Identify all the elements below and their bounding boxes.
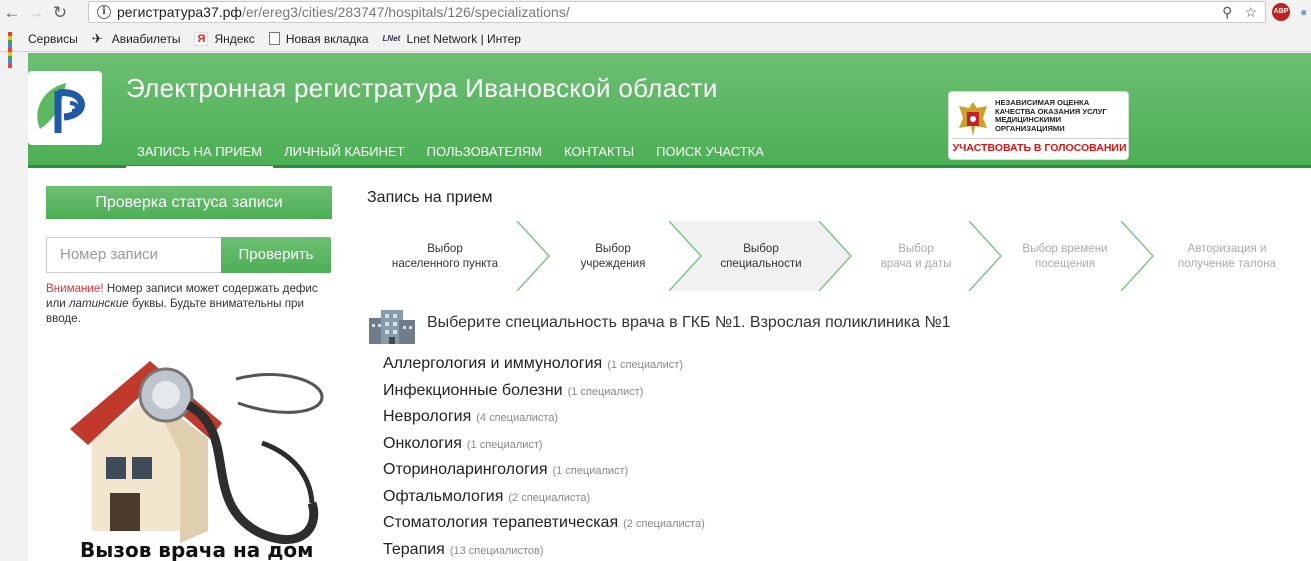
step-city[interactable]: Выбор населенного пункта [367, 221, 523, 291]
zoom-icon[interactable]: ⚲ [1222, 4, 1232, 21]
home-visit-caption: Вызов врача на дом [80, 538, 314, 561]
notice-italic: латинские [68, 297, 129, 310]
info-icon[interactable]: i [97, 5, 111, 19]
list-item[interactable]: Онкология (1 специалист) [383, 435, 705, 462]
choose-specialization-title: Выберите специальность врача в ГКБ №1. В… [427, 314, 951, 331]
list-item[interactable]: Оториноларингология (1 специалист) [383, 461, 705, 488]
bookmark-label: Новая вкладка [285, 31, 369, 46]
page-icon [268, 32, 280, 45]
building-icon [369, 310, 415, 344]
step-authorization: Авторизация и получение талона [1157, 221, 1297, 291]
reload-icon[interactable]: ↻ [48, 1, 72, 25]
menu-item-cabinet[interactable]: ЛИЧНЫЙ КАБИНЕТ [273, 139, 416, 169]
vote-button[interactable]: УЧАСТВОВАТЬ В ГОЛОСОВАНИИ [952, 138, 1127, 157]
list-item[interactable]: Аллергология и иммунология (1 специалист) [383, 355, 705, 382]
bookmark-new-tab[interactable]: Новая вкладка [268, 31, 369, 46]
adblock-icon[interactable]: ABP [1272, 3, 1290, 21]
list-item[interactable]: Офтальмология (2 специалиста) [383, 488, 705, 515]
plane-icon: ✈ [91, 30, 103, 46]
step-line: посещения [1035, 257, 1095, 270]
spec-count: (2 специалиста) [508, 491, 591, 504]
input-notice: Внимание! Номер записи может содержать д… [46, 281, 331, 326]
list-item[interactable]: Инфекционные болезни (1 специалист) [383, 382, 705, 409]
bookmark-avia[interactable]: ✈ Авиабилеты [91, 30, 181, 46]
page-title: Запись на прием [367, 189, 493, 206]
coat-of-arms-icon [959, 102, 987, 136]
apps-icon [8, 31, 22, 68]
step-line: Выбор времени [1022, 242, 1108, 255]
bookmark-label: Lnet Network | Интер [406, 31, 521, 46]
spec-name[interactable]: Офтальмология [383, 488, 503, 506]
step-line: учреждения [580, 257, 646, 270]
bookmark-lnet[interactable]: LNet Lnet Network | Интер [383, 32, 521, 46]
bookmark-label: Сервисы [28, 31, 78, 46]
menu-item-contacts[interactable]: КОНТАКТЫ [553, 139, 645, 169]
step-doctor-date: Выбор врача и даты [857, 221, 975, 291]
step-line: Выбор [595, 242, 631, 255]
specialization-list: Аллергология и иммунология (1 специалист)… [383, 355, 705, 561]
step-visit-time: Выбор времени посещения [1003, 221, 1127, 291]
browser-toolbar: ← → ↻ i регистратура37.рф /er/ereg3/citi… [0, 0, 1311, 26]
list-item[interactable]: Терапия (13 специалистов) [383, 541, 705, 561]
step-line: специальности [720, 257, 802, 270]
bookmark-label: Авиабилеты [111, 31, 181, 46]
spec-name[interactable]: Стоматология терапевтическая [383, 514, 618, 532]
check-status-button[interactable]: Проверка статуса записи [46, 186, 332, 219]
spec-name[interactable]: Оториноларингология [383, 461, 548, 479]
star-icon[interactable]: ☆ [1244, 4, 1257, 21]
step-specialization: Выбор специальности [701, 221, 821, 291]
forward-icon[interactable]: → [24, 1, 48, 25]
spec-count: (1 специалист) [607, 359, 683, 371]
yandex-icon: Я [194, 31, 209, 46]
spec-count: (13 специалистов) [449, 544, 544, 557]
profile-icon[interactable]: ● [1300, 5, 1311, 19]
step-line: Авторизация и [1187, 242, 1267, 255]
vote-text: НЕЗАВИСИМАЯ ОЦЕНКА КАЧЕСТВА ОКАЗАНИЯ УСЛ… [995, 98, 1129, 133]
site-header: Электронная регистратура Ивановской обла… [28, 53, 1311, 169]
menu-item-appointment[interactable]: ЗАПИСЬ НА ПРИЕМ [126, 139, 274, 169]
bookmarks-bar: Сервисы ✈ Авиабилеты Я Яндекс Новая вкла… [0, 26, 1311, 68]
bookmark-yandex[interactable]: Я Яндекс [194, 31, 255, 46]
record-number-input[interactable]: Номер записи [46, 237, 221, 273]
wizard-steps: Выбор населенного пункта Выбор учреждения … [367, 221, 1311, 291]
url-host: регистратура37.рф [117, 4, 242, 20]
list-item[interactable]: Стоматология терапевтическая (2 специалис… [383, 514, 705, 541]
spec-name[interactable]: Аллергология и иммунология [383, 355, 602, 373]
bookmark-services[interactable]: Сервисы [8, 31, 78, 68]
home-visit-illustration[interactable] [50, 353, 350, 561]
spec-name[interactable]: Инфекционные болезни [383, 382, 563, 400]
lnet-icon: LNet [382, 33, 401, 43]
spec-count: (1 специалист) [466, 438, 543, 451]
step-institution[interactable]: Выбор учреждения [543, 221, 683, 291]
spec-count: (1 специалист) [567, 385, 644, 398]
url-path: /er/ereg3/cities/283747/hospitals/126/sp… [241, 4, 570, 20]
step-line: Выбор [743, 242, 779, 255]
menu-item-district-search[interactable]: ПОИСК УЧАСТКА [645, 139, 775, 169]
spec-count: (4 специалиста) [476, 412, 558, 424]
vote-banner[interactable]: НЕЗАВИСИМАЯ ОЦЕНКА КАЧЕСТВА ОКАЗАНИЯ УСЛ… [948, 91, 1129, 160]
notice-warning: Внимание! [46, 282, 104, 295]
site-title: Электронная регистратура Ивановской обла… [126, 73, 718, 103]
step-line: врача и даты [880, 257, 952, 270]
site-logo[interactable] [28, 71, 102, 145]
bookmark-label: Яндекс [214, 31, 255, 46]
address-bar[interactable]: i регистратура37.рф /er/ereg3/cities/283… [88, 1, 1266, 23]
main-menu: ЗАПИСЬ НА ПРИЕМ ЛИЧНЫЙ КАБИНЕТ ПОЛЬЗОВАТ… [126, 139, 775, 169]
spec-count: (2 специалиста) [623, 518, 705, 530]
step-line: населенного пункта [391, 257, 499, 270]
step-line: получение талона [1178, 257, 1276, 270]
page: Электронная регистратура Ивановской обла… [28, 53, 1311, 561]
back-icon[interactable]: ← [0, 1, 24, 25]
spec-name[interactable]: Онкология [383, 435, 462, 453]
spec-name[interactable]: Терапия [383, 541, 445, 559]
spec-name[interactable]: Неврология [383, 408, 471, 426]
spec-count: (1 специалист) [552, 465, 629, 477]
menu-item-users[interactable]: ПОЛЬЗОВАТЕЛЯМ [416, 139, 553, 169]
step-line: Выбор [898, 242, 934, 255]
step-line: Выбор [427, 242, 463, 255]
list-item[interactable]: Неврология (4 специалиста) [383, 408, 705, 435]
vote-line: МЕДИЦИНСКИМИ ОРГАНИЗАЦИЯМИ [995, 115, 1065, 133]
check-button[interactable]: Проверить [221, 237, 331, 273]
